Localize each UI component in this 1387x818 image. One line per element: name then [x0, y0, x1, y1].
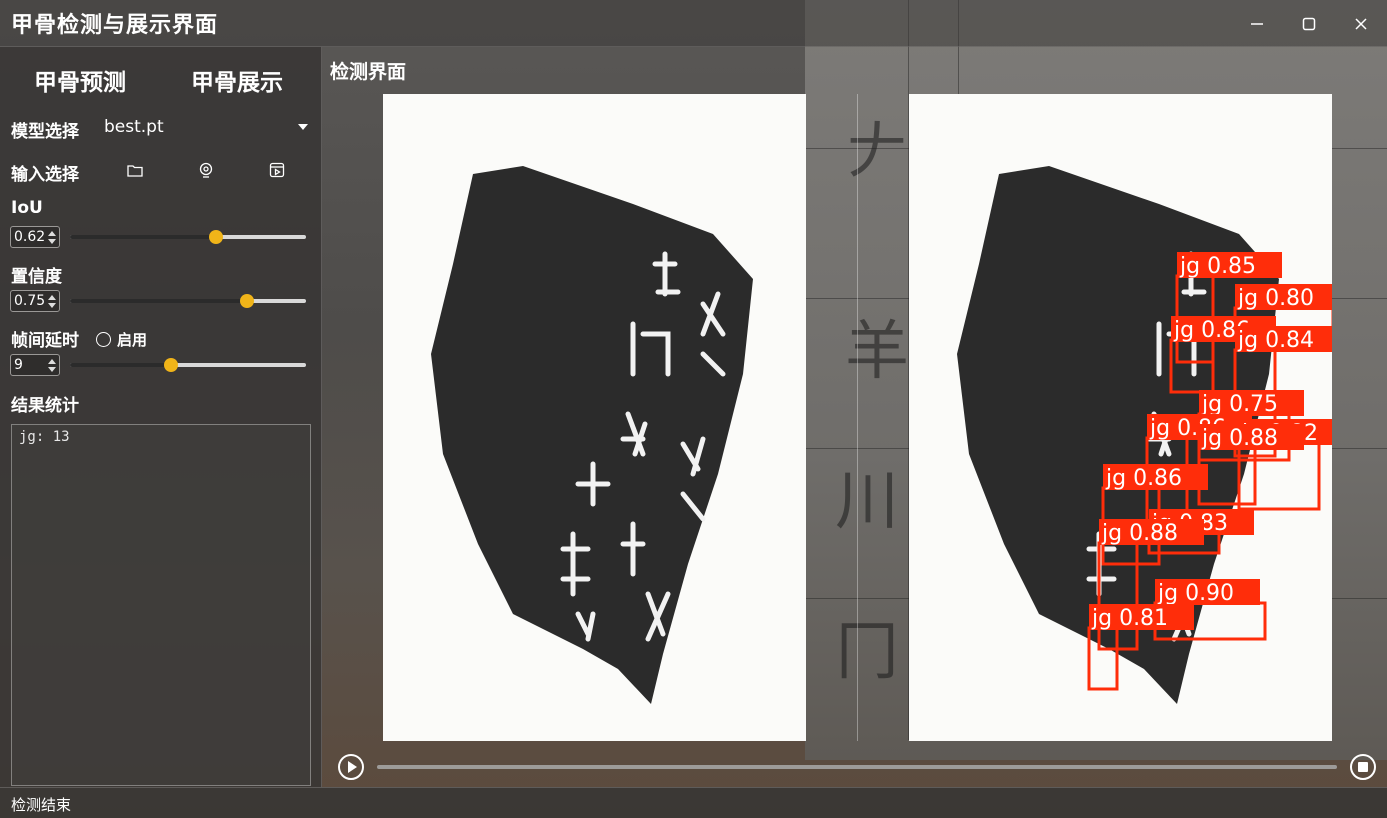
detection-view-title: 检测界面	[330, 61, 407, 83]
results-text: jg: 13	[19, 429, 70, 445]
panel-divider	[857, 94, 858, 741]
model-select-label: 模型选择	[11, 122, 79, 142]
confidence-slider-fill	[70, 299, 247, 303]
maximize-button[interactable]	[1283, 0, 1335, 47]
iou-slider[interactable]	[70, 230, 306, 244]
stop-button[interactable]	[1350, 754, 1376, 780]
confidence-label: 置信度	[11, 267, 62, 287]
webcam-icon	[199, 162, 213, 178]
status-text: 检测结束	[11, 796, 72, 814]
sidebar: 甲骨预测 甲骨展示 模型选择 best.pt 输入选择 IoU 0.62 置信度…	[0, 47, 322, 787]
iou-value: 0.62	[14, 229, 46, 245]
results-textbox[interactable]: jg: 13	[11, 424, 311, 786]
original-image	[383, 94, 806, 741]
spin-arrows-icon	[48, 358, 56, 373]
close-button[interactable]	[1335, 0, 1387, 47]
open-video-button[interactable]	[266, 159, 288, 181]
iou-spinbox[interactable]: 0.62	[10, 226, 60, 248]
mode-tabs: 甲骨预测 甲骨展示	[0, 63, 322, 97]
detection-label: jg 0.80	[1237, 286, 1314, 311]
minimize-icon	[1251, 22, 1263, 25]
confidence-slider-handle[interactable]	[240, 294, 254, 308]
frame-delay-enable-label: 启用	[117, 331, 148, 349]
frame-delay-value: 9	[14, 357, 23, 373]
open-folder-button[interactable]	[124, 159, 146, 181]
chevron-down-icon	[298, 124, 308, 130]
detection-label: jg 0.75	[1201, 392, 1278, 417]
video-progress-slider[interactable]	[377, 765, 1337, 769]
confidence-slider[interactable]	[70, 294, 306, 308]
window-controls	[1231, 0, 1387, 47]
detection-label: jg 0.86	[1105, 466, 1182, 491]
model-dropdown-value: best.pt	[104, 117, 164, 137]
frame-delay-slider[interactable]	[70, 358, 306, 372]
spin-arrows-icon	[48, 294, 56, 309]
detection-label: jg 0.85	[1179, 254, 1256, 279]
open-webcam-button[interactable]	[195, 159, 217, 181]
maximize-icon	[1302, 17, 1316, 30]
tab-display[interactable]: 甲骨展示	[191, 63, 283, 97]
iou-slider-handle[interactable]	[209, 230, 224, 244]
frame-delay-label: 帧间延时	[11, 331, 79, 351]
frame-delay-spinbox[interactable]: 9	[10, 354, 60, 376]
player-bar	[322, 745, 1387, 787]
minimize-button[interactable]	[1231, 0, 1283, 47]
oracle-bone-rubbing-annotated: jg 0.85 jg 0.80 jg 0.86 jg 0.84 jg 0.75 jg 0.…	[957, 166, 1332, 704]
model-dropdown[interactable]: best.pt	[104, 115, 312, 139]
detection-label: jg 0.90	[1157, 581, 1234, 606]
frame-delay-slider-handle[interactable]	[164, 358, 179, 372]
close-icon	[1355, 17, 1367, 30]
detection-label: jg 0.81	[1091, 606, 1168, 631]
detection-label: jg 0.84	[1237, 328, 1314, 353]
confidence-spinbox[interactable]: 0.75	[10, 290, 60, 312]
iou-label: IoU	[11, 198, 43, 218]
video-icon	[269, 162, 285, 178]
iou-slider-fill	[70, 235, 217, 239]
detection-result-image: jg 0.85 jg 0.80 jg 0.86 jg 0.84 jg 0.75 jg 0.…	[909, 94, 1332, 741]
oracle-bone-rubbing	[431, 166, 753, 704]
input-select-label: 输入选择	[11, 165, 79, 185]
confidence-value: 0.75	[14, 293, 46, 309]
play-button[interactable]	[338, 754, 364, 780]
detection-label: jg 0.88	[1201, 426, 1278, 451]
detection-label: jg 0.88	[1101, 521, 1178, 546]
folder-icon	[127, 165, 143, 177]
radio-icon	[96, 332, 111, 347]
tab-predict[interactable]: 甲骨预测	[34, 63, 126, 97]
frame-delay-enable-radio[interactable]: 启用	[96, 329, 147, 350]
title-bar: 甲骨检测与展示界面	[0, 0, 1387, 47]
window-title: 甲骨检测与展示界面	[11, 13, 219, 38]
spin-arrows-icon	[48, 230, 56, 245]
results-label: 结果统计	[11, 396, 79, 416]
frame-delay-slider-fill	[70, 363, 172, 367]
status-bar: 检测结束	[0, 787, 1387, 818]
